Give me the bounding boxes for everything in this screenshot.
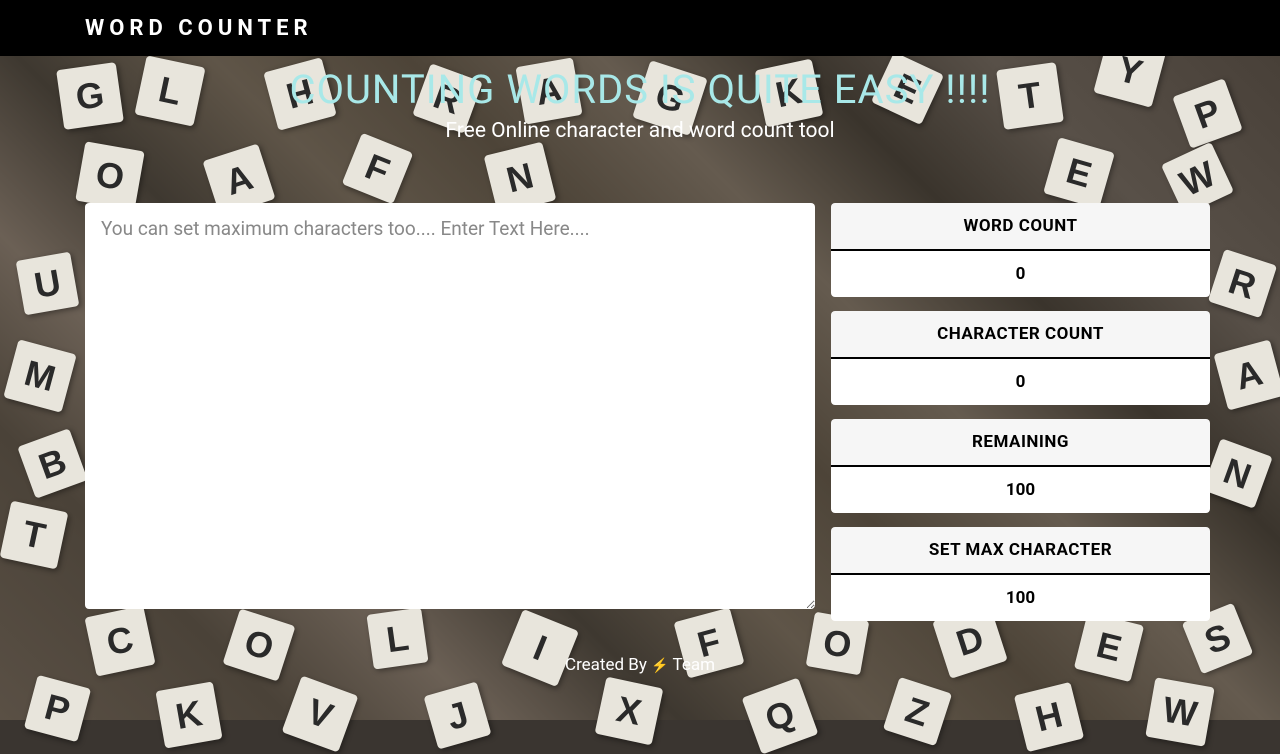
char-count-label: CHARACTER COUNT bbox=[831, 311, 1210, 359]
max-char-box: SET MAX CHARACTER bbox=[831, 527, 1210, 621]
text-input[interactable] bbox=[85, 203, 815, 609]
max-char-input[interactable] bbox=[831, 575, 1210, 621]
remaining-box: REMAINING 100 bbox=[831, 419, 1210, 513]
word-count-label: WORD COUNT bbox=[831, 203, 1210, 251]
hero-section: COUNTING WORDS IS QUITE EASY !!!! Free O… bbox=[0, 56, 1280, 143]
footer-suffix: Team bbox=[669, 655, 715, 675]
max-char-label: SET MAX CHARACTER bbox=[831, 527, 1210, 575]
stats-panel: WORD COUNT 0 CHARACTER COUNT 0 REMAINING… bbox=[831, 203, 1210, 621]
header-title: WORD COUNTER bbox=[85, 16, 313, 41]
word-count-value: 0 bbox=[831, 251, 1210, 297]
bolt-icon: ⚡ bbox=[651, 658, 668, 674]
hero-subtitle: Free Online character and word count too… bbox=[0, 119, 1280, 143]
header: WORD COUNTER bbox=[0, 0, 1280, 56]
remaining-value: 100 bbox=[831, 467, 1210, 513]
footer-prefix: Created By bbox=[565, 655, 651, 675]
footer: Created By ⚡ Team bbox=[0, 621, 1280, 675]
char-count-value: 0 bbox=[831, 359, 1210, 405]
main-content: WORD COUNT 0 CHARACTER COUNT 0 REMAINING… bbox=[0, 143, 1280, 621]
word-count-box: WORD COUNT 0 bbox=[831, 203, 1210, 297]
hero-title: COUNTING WORDS IS QUITE EASY !!!! bbox=[0, 66, 1280, 113]
remaining-label: REMAINING bbox=[831, 419, 1210, 467]
char-count-box: CHARACTER COUNT 0 bbox=[831, 311, 1210, 405]
